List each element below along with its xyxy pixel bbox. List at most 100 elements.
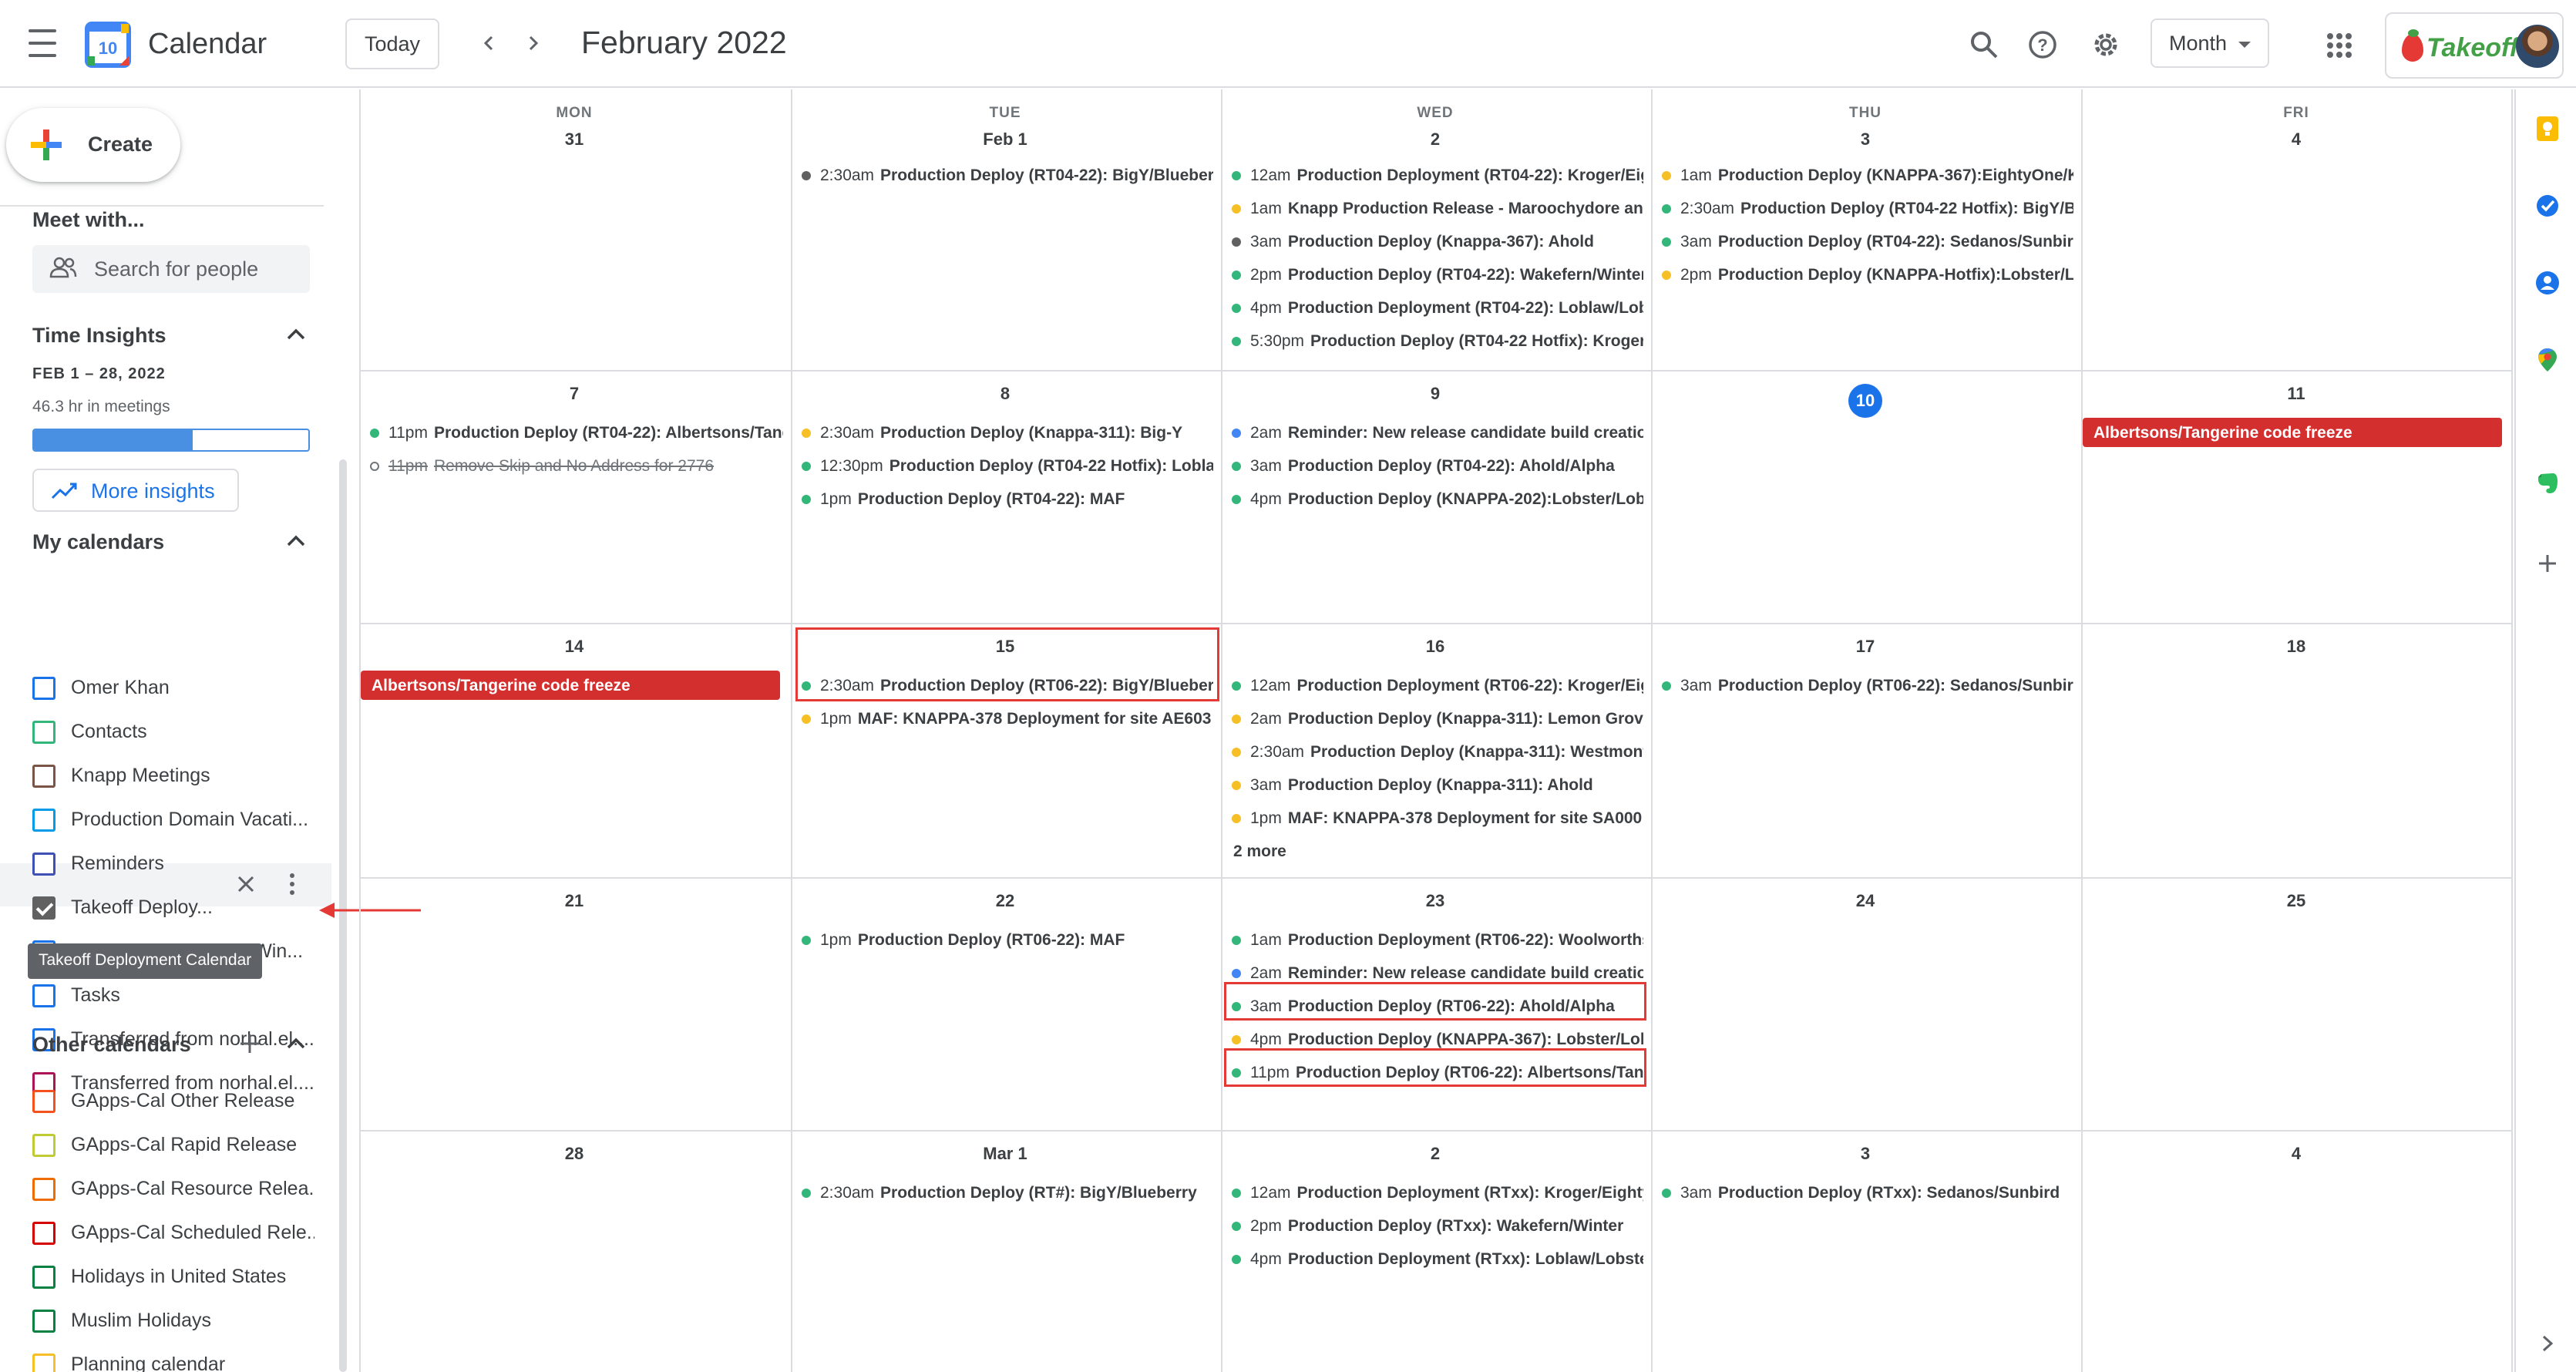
calendar-event[interactable]: 3am Production Deploy (RT04-22): Ahold/Al… xyxy=(1222,451,1643,482)
calendar-event[interactable]: 3am Production Deploy (RT06-22): Sedanos/… xyxy=(1653,671,2073,701)
calendar-event[interactable]: 2pm Production Deploy (KNAPPA-Hotfix):Lob… xyxy=(1653,260,2073,291)
calendar-checkbox[interactable] xyxy=(32,1354,55,1372)
create-button[interactable]: Create xyxy=(6,108,180,182)
date-number[interactable]: 4 xyxy=(2081,1144,2511,1164)
calendar-event[interactable]: 2:30am Production Deploy (RT#): BigY/Blue… xyxy=(792,1178,1213,1209)
calendar-event[interactable]: 3am Production Deploy (RT06-22): Ahold/Al… xyxy=(1222,991,1643,1022)
calendar-event[interactable]: 1pm MAF: KNAPPA-378 Deployment for site A… xyxy=(792,704,1213,735)
keep-icon[interactable] xyxy=(2534,116,2561,142)
date-number[interactable]: Feb 1 xyxy=(791,129,1219,150)
calendar-event[interactable]: 11pm Production Deploy (RT04-22): Alberts… xyxy=(361,418,783,449)
calendar-event[interactable]: 2am Production Deploy (Knappa-311): Lemon… xyxy=(1222,704,1643,735)
date-number[interactable]: 7 xyxy=(359,384,789,404)
main-menu-button[interactable] xyxy=(22,26,65,62)
calendar-checkbox[interactable] xyxy=(32,809,55,832)
calendar-event[interactable]: 12am Production Deployment (RT04-22): Kro… xyxy=(1222,160,1643,191)
date-number[interactable]: 17 xyxy=(1651,637,2080,657)
date-number[interactable]: 23 xyxy=(1221,891,1650,911)
collapse-other-calendars-button[interactable] xyxy=(284,1031,308,1056)
calendar-checkbox[interactable] xyxy=(32,721,55,744)
calendar-event[interactable]: 1am Production Deployment (RT06-22): Wool… xyxy=(1222,925,1643,956)
search-button[interactable] xyxy=(1964,25,2004,65)
more-insights-button[interactable]: More insights xyxy=(32,469,239,512)
calendar-event[interactable]: 1pm MAF: KNAPPA-378 Deployment for site S… xyxy=(1222,803,1643,834)
settings-button[interactable] xyxy=(2086,25,2126,65)
date-number[interactable]: 24 xyxy=(1651,891,2080,911)
tasks-icon[interactable] xyxy=(2534,193,2561,219)
calendar-event[interactable]: 3am Production Deploy (Knappa-311): Ahold xyxy=(1222,770,1643,801)
other-calendar-item[interactable]: GApps-Cal Scheduled Rele... xyxy=(32,1214,325,1251)
calendar-event[interactable]: 5:30pm Production Deploy (RT04-22 Hotfix)… xyxy=(1222,326,1643,357)
calendar-event[interactable]: 1pm Production Deploy (RT04-22): MAF xyxy=(792,484,1213,515)
my-calendar-item[interactable]: Contacts xyxy=(32,713,325,750)
date-number[interactable]: Mar 1 xyxy=(791,1144,1219,1164)
date-number[interactable]: 25 xyxy=(2081,891,2511,911)
calendar-checkbox[interactable] xyxy=(32,1178,55,1201)
calendar-event[interactable]: 2pm Production Deploy (RT04-22): Wakefern… xyxy=(1222,260,1643,291)
calendar-event[interactable]: 2:30am Production Deploy (RT04-22): BigY/… xyxy=(792,160,1213,191)
date-number[interactable]: 14 xyxy=(359,637,789,657)
collapse-my-calendars-button[interactable] xyxy=(284,529,308,553)
calendar-event[interactable]: 1am Production Deploy (KNAPPA-367):Eighty… xyxy=(1653,160,2073,191)
my-calendar-item[interactable]: Reminders xyxy=(32,845,325,882)
chevron-right-icon[interactable] xyxy=(2536,1332,2559,1355)
calendar-checkbox[interactable] xyxy=(32,852,55,876)
calendar-event[interactable]: 2pm Production Deploy (RTxx): Wakefern/Wi… xyxy=(1222,1211,1643,1242)
calendar-logo-icon[interactable]: 10 xyxy=(85,22,131,68)
other-calendar-item[interactable]: Muslim Holidays xyxy=(32,1302,325,1339)
calendar-checkbox[interactable] xyxy=(32,1266,55,1289)
all-day-event[interactable]: Albertsons/Tangerine code freeze xyxy=(361,671,780,700)
calendar-checkbox[interactable] xyxy=(32,1310,55,1333)
calendar-checkbox[interactable] xyxy=(32,677,55,700)
today-button[interactable]: Today xyxy=(345,18,439,69)
date-number[interactable]: 21 xyxy=(359,891,789,911)
google-apps-button[interactable] xyxy=(2320,26,2359,65)
calendar-event[interactable]: 3am Production Deploy (Knappa-367): Ahold xyxy=(1222,227,1643,257)
calendar-event[interactable]: 2am Reminder: New release candidate build… xyxy=(1222,418,1643,449)
date-number[interactable]: 2 xyxy=(1221,1144,1650,1164)
date-number[interactable]: 22 xyxy=(791,891,1219,911)
calendar-event[interactable]: 1pm Production Deploy (RT06-22): MAF xyxy=(792,925,1213,956)
date-number[interactable]: 28 xyxy=(359,1144,789,1164)
search-people-input[interactable]: Search for people xyxy=(32,245,310,293)
calendar-checkbox[interactable] xyxy=(32,984,55,1007)
date-number[interactable]: 31 xyxy=(359,129,789,150)
other-calendar-item[interactable]: Holidays in United States xyxy=(32,1258,325,1295)
account-chip[interactable]: Takeoff xyxy=(2385,12,2564,79)
other-calendar-item[interactable]: Planning calendar xyxy=(32,1346,325,1372)
add-addon-icon[interactable] xyxy=(2534,550,2561,577)
calendar-event[interactable]: 2:30am Production Deploy (RT04-22 Hotfix)… xyxy=(1653,193,2073,224)
calendar-event[interactable]: 2:30am Production Deploy (Knappa-311): Bi… xyxy=(792,418,1213,449)
date-number[interactable]: 3 xyxy=(1651,1144,2080,1164)
calendar-event[interactable]: 12:30pm Production Deploy (RT04-22 Hotfix… xyxy=(792,451,1213,482)
calendar-event[interactable]: 11pm Remove Skip and No Address for 2776 xyxy=(361,451,783,482)
my-calendar-item[interactable]: Takeoff Deploy... xyxy=(32,889,325,926)
calendar-event[interactable]: 4pm Production Deploy (KNAPPA-367): Lobst… xyxy=(1222,1024,1643,1055)
calendar-event[interactable]: 4pm Production Deployment (RT04-22): Lobl… xyxy=(1222,293,1643,324)
next-period-button[interactable] xyxy=(515,23,552,63)
date-number[interactable]: 4 xyxy=(2081,129,2511,150)
other-calendar-item[interactable]: GApps-Cal Rapid Release xyxy=(32,1126,325,1163)
calendar-event[interactable]: 2:30am Production Deploy (RT06-22): BigY/… xyxy=(792,671,1213,701)
calendar-checkbox[interactable] xyxy=(32,1222,55,1245)
my-calendar-item[interactable]: Tasks xyxy=(32,977,325,1014)
date-number[interactable]: 15 xyxy=(791,637,1219,657)
date-number[interactable]: 16 xyxy=(1221,637,1650,657)
help-button[interactable]: ? xyxy=(2023,25,2063,65)
date-number[interactable]: 9 xyxy=(1221,384,1650,404)
previous-period-button[interactable] xyxy=(470,23,507,63)
calendar-event[interactable]: 4pm Production Deploy (KNAPPA-202):Lobste… xyxy=(1222,484,1643,515)
calendar-event[interactable]: 4pm Production Deployment (RTxx): Loblaw/… xyxy=(1222,1244,1643,1275)
calendar-checkbox[interactable] xyxy=(32,1090,55,1113)
evernote-icon[interactable] xyxy=(2534,470,2561,496)
calendar-event[interactable]: 2am Reminder: New release candidate build… xyxy=(1222,958,1643,989)
more-events-link[interactable]: 2 more xyxy=(1233,842,1286,861)
date-number[interactable]: 3 xyxy=(1651,129,2080,150)
my-calendar-item[interactable]: Omer Khan xyxy=(32,669,325,706)
date-number[interactable]: 18 xyxy=(2081,637,2511,657)
maps-icon[interactable] xyxy=(2534,347,2561,373)
all-day-event[interactable]: Albertsons/Tangerine code freeze xyxy=(2083,418,2502,447)
calendar-checkbox[interactable] xyxy=(32,1134,55,1157)
calendar-event[interactable]: 3am Production Deploy (RT04-22): Sedanos/… xyxy=(1653,227,2073,257)
calendar-event[interactable]: 11pm Production Deploy (RT06-22): Alberts… xyxy=(1222,1058,1643,1088)
